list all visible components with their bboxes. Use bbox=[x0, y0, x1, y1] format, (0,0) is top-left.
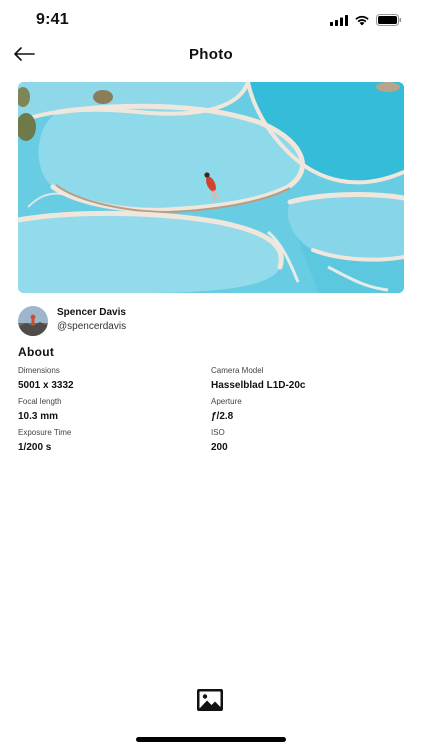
status-time: 9:41 bbox=[36, 11, 69, 28]
image-gallery-icon bbox=[196, 689, 224, 716]
spec-row: Focal length 10.3 mm Aperture ƒ/2.8 bbox=[18, 397, 404, 428]
status-icons bbox=[330, 13, 402, 31]
page-title: Photo bbox=[189, 46, 233, 63]
spec-dimensions: Dimensions 5001 x 3332 bbox=[18, 366, 74, 392]
spec-row: Exposure Time 1/200 s ISO 200 bbox=[18, 428, 404, 459]
battery-icon bbox=[376, 13, 402, 31]
avatar[interactable] bbox=[18, 306, 48, 336]
spec-label: ISO bbox=[211, 428, 225, 437]
about-heading: About bbox=[18, 345, 55, 359]
spec-label: Focal length bbox=[18, 397, 62, 406]
gallery-button[interactable] bbox=[196, 688, 224, 712]
cellular-signal-icon bbox=[330, 13, 348, 31]
spec-label: Dimensions bbox=[18, 366, 60, 375]
spec-value: 5001 x 3332 bbox=[18, 380, 74, 391]
status-bar: 9:41 bbox=[0, 0, 422, 44]
author-handle: @spencerdavis bbox=[57, 321, 127, 332]
nav-bar: Photo bbox=[0, 40, 422, 72]
spec-value: 10.3 mm bbox=[18, 411, 59, 422]
travertine-pools-image bbox=[18, 82, 404, 293]
home-indicator[interactable] bbox=[136, 737, 286, 742]
wifi-icon bbox=[354, 13, 370, 31]
author-name: Spencer Davis bbox=[57, 307, 126, 318]
bottom-bar bbox=[0, 686, 422, 716]
hero-photo[interactable] bbox=[18, 82, 404, 293]
spec-row: Dimensions 5001 x 3332 Camera Model Hass… bbox=[18, 366, 404, 397]
spec-value: 1/200 s bbox=[18, 442, 52, 453]
spec-camera-model: Camera Model Hasselblad L1D-20c bbox=[211, 366, 306, 392]
spec-label: Camera Model bbox=[211, 366, 264, 375]
author-row[interactable]: Spencer Davis @spencerdavis bbox=[18, 305, 404, 336]
spec-label: Exposure Time bbox=[18, 428, 72, 437]
spec-iso: ISO 200 bbox=[211, 428, 228, 454]
spec-label: Aperture bbox=[211, 397, 242, 406]
spec-exposure-time: Exposure Time 1/200 s bbox=[18, 428, 71, 454]
spec-value: 200 bbox=[211, 442, 228, 453]
spec-value: Hasselblad L1D-20c bbox=[211, 380, 306, 391]
spec-aperture: Aperture ƒ/2.8 bbox=[211, 397, 242, 423]
spec-focal-length: Focal length 10.3 mm bbox=[18, 397, 62, 423]
spec-value: ƒ/2.8 bbox=[211, 411, 234, 422]
photo-specs: Dimensions 5001 x 3332 Camera Model Hass… bbox=[18, 366, 404, 459]
